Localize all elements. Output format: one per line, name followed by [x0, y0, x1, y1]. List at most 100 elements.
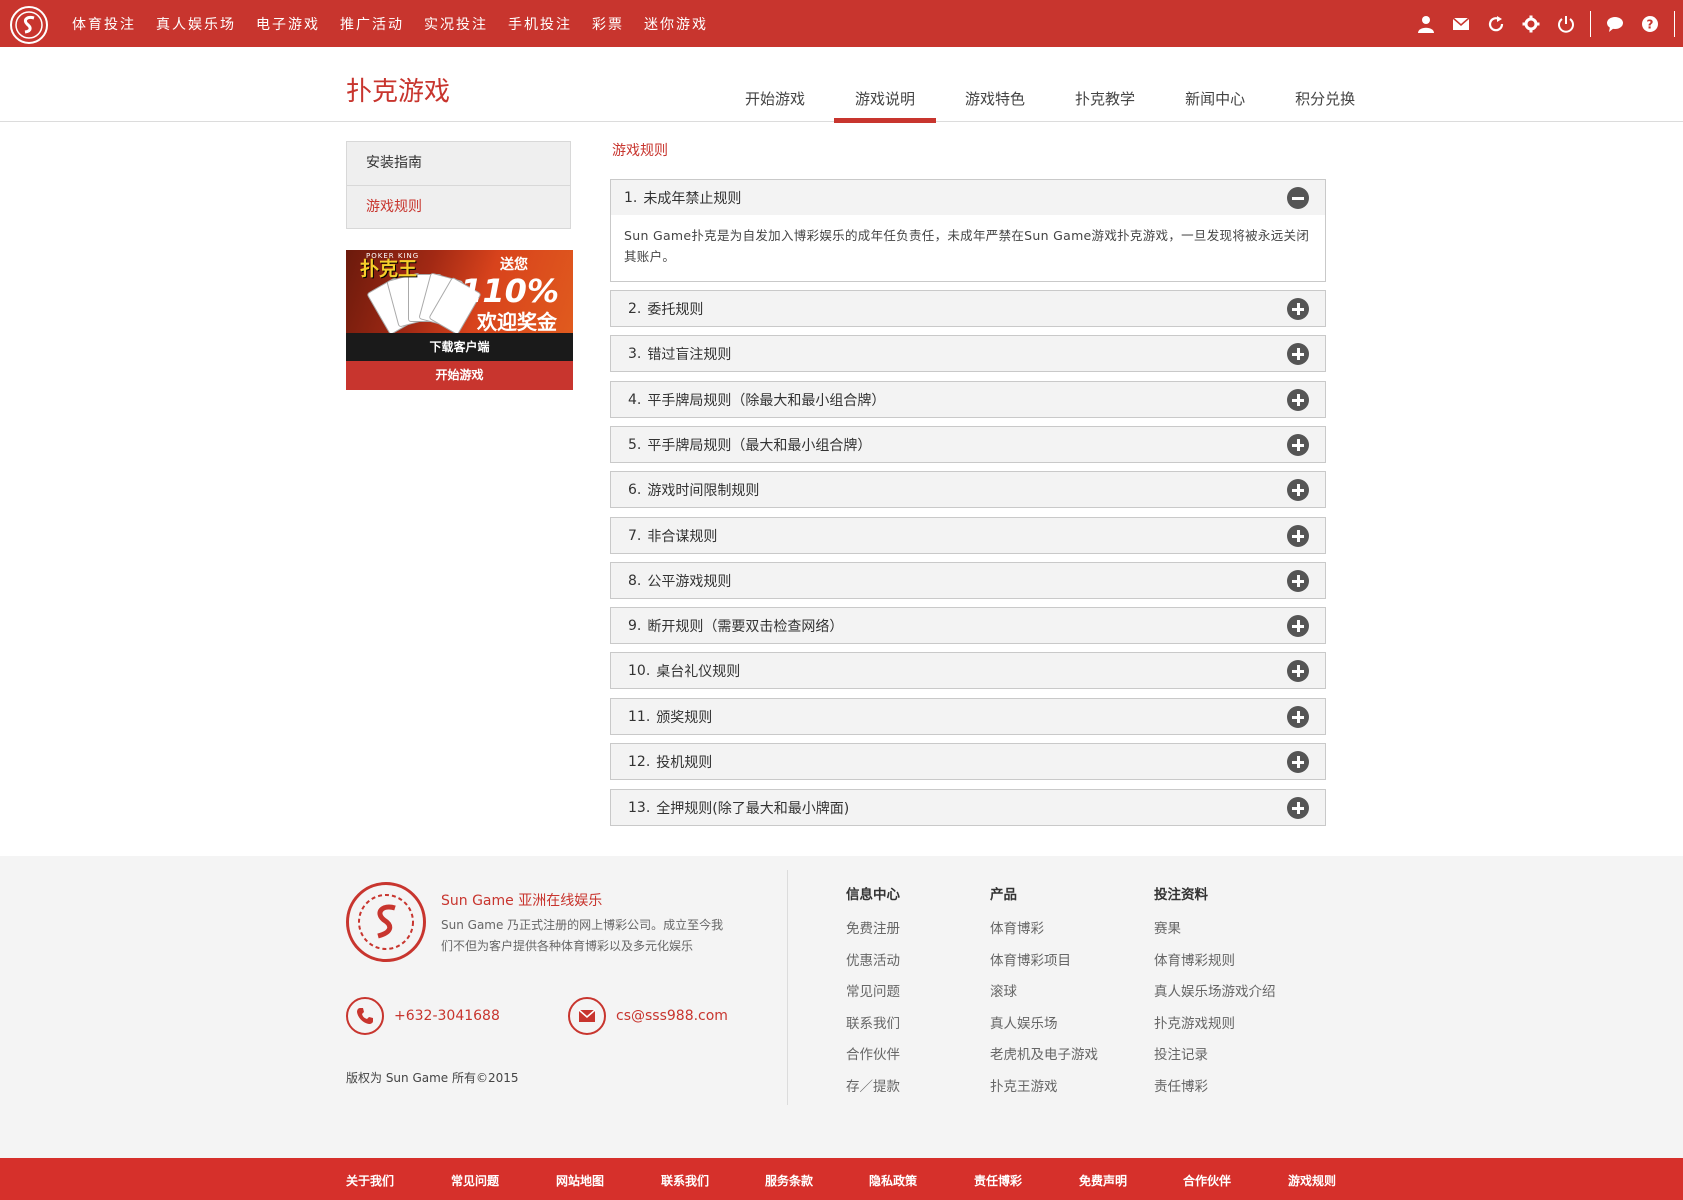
bottom-link-partners[interactable]: 合作伙伴: [1183, 1172, 1231, 1189]
footer-link[interactable]: 滚球: [990, 980, 1098, 1012]
footer-link[interactable]: 合作伙伴: [846, 1043, 900, 1075]
nav-live-betting[interactable]: 实况投注: [424, 14, 488, 34]
power-icon[interactable]: [1555, 13, 1577, 35]
expand-plus-icon[interactable]: [1287, 343, 1309, 365]
user-icon[interactable]: [1415, 13, 1437, 35]
rule-number: 13.: [628, 799, 651, 816]
rule-header[interactable]: 1. 未成年禁止规则: [611, 180, 1325, 215]
nav-mini-games[interactable]: 迷你游戏: [644, 14, 708, 34]
footer-link[interactable]: 联系我们: [846, 1012, 900, 1044]
footer-email: cs@sss988.com: [568, 997, 728, 1035]
rule-header[interactable]: 2. 委托规则: [611, 291, 1325, 326]
rule-header[interactable]: 7. 非合谋规则: [611, 518, 1325, 553]
promo-bonus-text: 欢迎奖金: [477, 310, 557, 333]
footer-link[interactable]: 优惠活动: [846, 949, 900, 981]
gear-icon[interactable]: [1520, 13, 1542, 35]
bottom-link-terms[interactable]: 服务条款: [765, 1172, 813, 1189]
mail-icon: [568, 997, 606, 1035]
expand-plus-icon[interactable]: [1287, 797, 1309, 819]
bottom-link-sitemap[interactable]: 网站地图: [556, 1172, 604, 1189]
rule-accordion-item: 13. 全押规则(除了最大和最小牌面): [610, 789, 1326, 826]
rule-title: 颁奖规则: [656, 709, 713, 726]
footer-brand: Sun Game 亚洲在线娱乐: [441, 893, 603, 909]
nav-e-games[interactable]: 电子游戏: [256, 14, 320, 34]
bottom-link-contact[interactable]: 联系我们: [661, 1172, 709, 1189]
rule-header[interactable]: 11. 颁奖规则: [611, 699, 1325, 734]
nav-live-casino[interactable]: 真人娱乐场: [156, 14, 236, 34]
expand-plus-icon[interactable]: [1287, 479, 1309, 501]
bottom-link-faq[interactable]: 常见问题: [451, 1172, 499, 1189]
expand-plus-icon[interactable]: [1287, 389, 1309, 411]
sidebar-item-game-rules[interactable]: 游戏规则: [347, 185, 570, 228]
nav-promotions[interactable]: 推广活动: [340, 14, 404, 34]
chat-icon[interactable]: [1604, 13, 1626, 35]
nav-mobile-betting[interactable]: 手机投注: [508, 14, 572, 34]
footer-link[interactable]: 真人娱乐场: [990, 1012, 1098, 1044]
help-icon[interactable]: ?: [1639, 13, 1661, 35]
nav-lottery[interactable]: 彩票: [592, 14, 624, 34]
rule-header[interactable]: 4. 平手牌局规则（除最大和最小组合牌）: [611, 382, 1325, 417]
rule-header[interactable]: 12. 投机规则: [611, 744, 1325, 779]
download-client-button[interactable]: 下载客户端: [346, 333, 573, 361]
footer-link[interactable]: 体育博彩: [990, 917, 1098, 949]
nav-sports-betting[interactable]: 体育投注: [72, 14, 136, 34]
tab-points-exchange[interactable]: 积分兑换: [1270, 47, 1380, 122]
expand-plus-icon[interactable]: [1287, 298, 1309, 320]
sidebar-item-install-guide[interactable]: 安装指南: [347, 142, 570, 185]
footer-link[interactable]: 常见问题: [846, 980, 900, 1012]
bottom-link-privacy[interactable]: 隐私政策: [869, 1172, 917, 1189]
tab-news-center[interactable]: 新闻中心: [1160, 47, 1270, 122]
footer-link[interactable]: 扑克王游戏: [990, 1075, 1098, 1107]
expand-plus-icon[interactable]: [1287, 525, 1309, 547]
footer-link[interactable]: 赛果: [1154, 917, 1276, 949]
refresh-icon[interactable]: [1485, 13, 1507, 35]
footer-column-products: 产品 体育博彩 体育博彩项目 滚球 真人娱乐场 老虎机及电子游戏 扑克王游戏: [990, 883, 1098, 1106]
tab-poker-tutorial[interactable]: 扑克教学: [1050, 47, 1160, 122]
expand-plus-icon[interactable]: [1287, 660, 1309, 682]
bottom-link-game-rules[interactable]: 游戏规则: [1288, 1172, 1336, 1189]
bottom-link-responsible[interactable]: 责任博彩: [974, 1172, 1022, 1189]
rule-number: 7.: [628, 527, 642, 544]
footer-link[interactable]: 存／提款: [846, 1075, 900, 1107]
phone-number[interactable]: +632-3041688: [394, 1008, 500, 1024]
footer-link[interactable]: 老虎机及电子游戏: [990, 1043, 1098, 1075]
footer-link[interactable]: 体育博彩规则: [1154, 949, 1276, 981]
rule-title: 投机规则: [656, 754, 713, 771]
dragon-logo-icon: [346, 882, 426, 962]
rule-header[interactable]: 6. 游戏时间限制规则: [611, 472, 1325, 507]
expand-plus-icon[interactable]: [1287, 751, 1309, 773]
rule-header[interactable]: 13. 全押规则(除了最大和最小牌面): [611, 790, 1325, 825]
footer-link[interactable]: 责任博彩: [1154, 1075, 1276, 1107]
footer-link[interactable]: 体育博彩项目: [990, 949, 1098, 981]
promo-image[interactable]: POKER KING 扑克王 送您 110% 欢迎奖金: [346, 250, 573, 333]
tab-start-game[interactable]: 开始游戏: [720, 47, 830, 122]
bottom-link-disclaimer[interactable]: 免费声明: [1079, 1172, 1127, 1189]
expand-plus-icon[interactable]: [1287, 570, 1309, 592]
rule-accordion-item: 1. 未成年禁止规则 Sun Game扑克是为自发加入博彩娱乐的成年任负责任，未…: [610, 179, 1326, 282]
rule-header[interactable]: 8. 公平游戏规则: [611, 563, 1325, 598]
rule-header[interactable]: 10. 桌台礼仪规则: [611, 653, 1325, 688]
rule-header[interactable]: 3. 错过盲注规则: [611, 336, 1325, 371]
footer-link[interactable]: 投注记录: [1154, 1043, 1276, 1075]
sun-game-logo-icon[interactable]: [10, 6, 48, 44]
expand-plus-icon[interactable]: [1287, 434, 1309, 456]
rule-number: 11.: [628, 708, 651, 725]
top-icon-group: ?: [1402, 0, 1675, 47]
expand-plus-icon[interactable]: [1287, 706, 1309, 728]
tab-game-instructions[interactable]: 游戏说明: [830, 47, 940, 123]
footer-phone: +632-3041688: [346, 997, 500, 1035]
mail-icon[interactable]: [1450, 13, 1472, 35]
footer-link[interactable]: 免费注册: [846, 917, 900, 949]
expand-plus-icon[interactable]: [1287, 615, 1309, 637]
rule-header[interactable]: 9. 断开规则（需要双击检查网络）: [611, 608, 1325, 643]
tab-game-features[interactable]: 游戏特色: [940, 47, 1050, 122]
email-link[interactable]: cs@sss988.com: [616, 1008, 728, 1024]
footer-link[interactable]: 真人娱乐场游戏介绍: [1154, 980, 1276, 1012]
rule-number: 3.: [628, 345, 642, 362]
promo-brand: 扑克王: [360, 258, 418, 280]
start-game-button[interactable]: 开始游戏: [346, 361, 573, 390]
collapse-minus-icon[interactable]: [1287, 187, 1309, 209]
bottom-link-about[interactable]: 关于我们: [346, 1172, 394, 1189]
footer-link[interactable]: 扑克游戏规则: [1154, 1012, 1276, 1044]
rule-header[interactable]: 5. 平手牌局规则（最大和最小组合牌）: [611, 427, 1325, 462]
